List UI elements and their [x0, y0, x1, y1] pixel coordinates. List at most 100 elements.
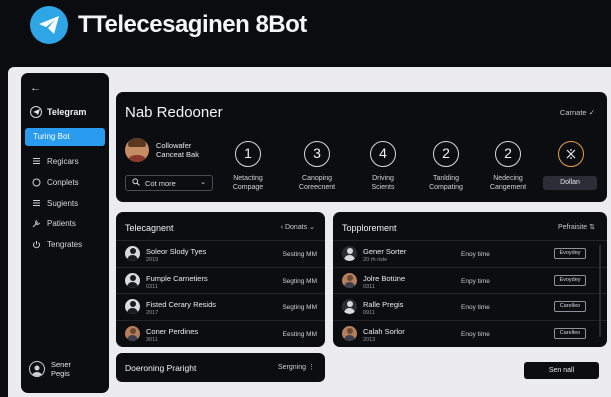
sidebar-item-label: Sugients	[47, 198, 79, 208]
avatar	[342, 325, 357, 341]
avatar	[125, 299, 140, 314]
dollan-button[interactable]: Dollan	[543, 176, 597, 190]
sidebar-item-turing-bot[interactable]: Turing Bot	[25, 128, 105, 146]
scrollbar[interactable]	[599, 245, 601, 337]
step-number: 2	[495, 141, 521, 167]
list-item[interactable]: Soleor Slody Tyes 2019 Sesting MM	[116, 240, 325, 267]
row-title: Calah Sorlor	[363, 326, 405, 336]
chevron-down-icon: ⌄	[200, 179, 206, 186]
arrow-left-icon[interactable]: ←	[30, 82, 41, 94]
refresh-icon: ⇅	[589, 224, 595, 231]
puzzle-icon[interactable]	[558, 141, 584, 167]
row-time: Enoy time	[461, 330, 490, 338]
wrench-icon	[31, 218, 41, 228]
avatar	[125, 325, 140, 341]
panel-title: Telecagnent	[125, 223, 174, 233]
right-panel: Topplorement Pefraisite ⇅ Gener Sorter 2…	[333, 212, 607, 347]
panel-title: Topplorement	[342, 223, 397, 233]
more-vertical-icon: ⋮	[308, 364, 315, 371]
list-icon	[31, 198, 41, 208]
step-label: Tanlding Compating	[429, 175, 463, 191]
sidebar-brand: Telegram	[30, 106, 86, 118]
avatar	[342, 299, 357, 314]
row-title: Fumple Carnetiers	[146, 273, 208, 283]
row-subtitle: 2017	[146, 310, 159, 316]
panel-title: Nab Redooner	[125, 104, 223, 121]
sidebar-brand-label: Telegram	[47, 107, 87, 117]
row-time: Enpy time	[461, 277, 490, 285]
row-tag[interactable]: Evoydey	[554, 274, 586, 286]
sidebar-item-tengrates[interactable]: Tengrates	[31, 239, 82, 249]
row-tag[interactable]: Carelleo	[554, 301, 586, 312]
avatar	[29, 361, 45, 377]
dropdown-label: Donats	[284, 224, 308, 231]
telegram-icon	[30, 106, 42, 118]
list-icon	[31, 156, 41, 166]
row-subtitle: 2013	[363, 336, 376, 343]
sidebar-item-conplets[interactable]: Conplets	[31, 177, 79, 187]
row-subtitle: 2019	[146, 257, 159, 263]
send-button[interactable]: Sen nall	[524, 362, 599, 379]
chevron-left-icon: ‹	[280, 224, 284, 231]
step-3[interactable]: 4 Driving Scients	[352, 141, 414, 192]
list-item[interactable]: Fumple Carnetiers 0311 Segting MM	[116, 266, 325, 294]
step-number: 1	[235, 141, 261, 167]
row-subtitle: 0311	[363, 283, 375, 290]
list-item[interactable]: Jolre Botüne 0311 Enpy time Evoydey	[333, 266, 607, 294]
avatar	[342, 246, 357, 261]
menu-label: Sergning	[278, 364, 307, 371]
left-panel: Telecagnent ‹ Donats ⌄ Soleor Slody Tyes…	[116, 212, 325, 347]
step-4[interactable]: 2 Tanlding Compating	[415, 141, 477, 192]
row-subtitle: 0911	[363, 310, 375, 316]
avatar	[125, 138, 149, 162]
sidebar-user[interactable]: Sener Pegis	[29, 360, 71, 378]
telegram-logo-icon	[30, 6, 68, 44]
power-icon	[31, 239, 41, 249]
select-value: Cot more	[145, 178, 176, 188]
app-title: TTelecesaginen 8Bot	[78, 11, 307, 38]
user-first-name: Sener	[51, 360, 72, 369]
row-status: Sesting MM	[282, 251, 317, 258]
list-item[interactable]: Gener Sorter 20 rh risle Enoy time Evoyd…	[333, 240, 607, 267]
row-title: Soleor Slody Tyes	[146, 247, 207, 256]
row-time: Enoy time	[461, 251, 490, 258]
row-status: Segting MM	[282, 277, 317, 285]
step-1[interactable]: 1 Netacting Compage	[217, 141, 279, 192]
carnate-toggle[interactable]: Carnate ✓	[560, 108, 595, 117]
step-label: Driving Scients	[371, 175, 395, 191]
row-tag[interactable]: Carelleo	[554, 327, 586, 339]
sidebar-user-name: Sener Pegis	[51, 360, 71, 378]
refresh-control[interactable]: Pefraisite ⇅	[558, 223, 595, 231]
step-number: 2	[433, 141, 459, 167]
step-label: Nedecing Cangement	[489, 175, 527, 191]
sidebar-item-patients[interactable]: Patients	[31, 218, 76, 228]
chevron-down-icon: ⌄	[309, 224, 315, 231]
step-5[interactable]: 2 Nedecing Cangement	[477, 141, 539, 192]
avatar	[342, 272, 357, 288]
sidebar-item-label: Tengrates	[47, 239, 83, 249]
circle-icon	[31, 177, 41, 187]
search-select[interactable]: Cot more ⌄	[125, 175, 213, 191]
row-subtitle: 0311	[146, 283, 158, 290]
list-item[interactable]: Fisted Cerary Resids 2017 Segting MM	[116, 293, 325, 320]
main-panel: Nab Redooner Carnate ✓ Collowafer Cancea…	[116, 92, 607, 202]
row-status: Eesting MM	[282, 330, 317, 338]
row-title: Coner Perdines	[146, 326, 199, 336]
sidebar-item-label: Regicars	[47, 156, 79, 166]
top-bar: TTelecesaginen 8Bot	[0, 0, 611, 62]
row-title: Fisted Cerary Resids	[146, 300, 217, 309]
list-item[interactable]: Ralle Pregis 0911 Enoy time Carelleo	[333, 293, 607, 320]
row-subtitle: 20 rh risle	[363, 257, 388, 263]
row-tag[interactable]: Evoydey	[554, 248, 586, 259]
list-item[interactable]: Coner Perdines 3011 Eesting MM	[116, 319, 325, 347]
sergning-menu[interactable]: Sergning ⋮	[278, 363, 315, 371]
user-name: Collowafer	[156, 141, 192, 150]
list-item[interactable]: Calah Sorlor 2013 Enoy time Carelleo	[333, 319, 607, 347]
step-2[interactable]: 3 Canoping Coreecnent	[286, 141, 348, 192]
sidebar-item-sugients[interactable]: Sugients	[31, 198, 78, 208]
sidebar-item-regicars[interactable]: Regicars	[31, 156, 79, 166]
panel-title: Doeroning Praright	[125, 363, 197, 373]
row-title: Ralle Pregis	[363, 300, 404, 309]
donats-dropdown[interactable]: ‹ Donats ⌄	[281, 223, 315, 231]
row-time: Enoy time	[461, 304, 490, 311]
